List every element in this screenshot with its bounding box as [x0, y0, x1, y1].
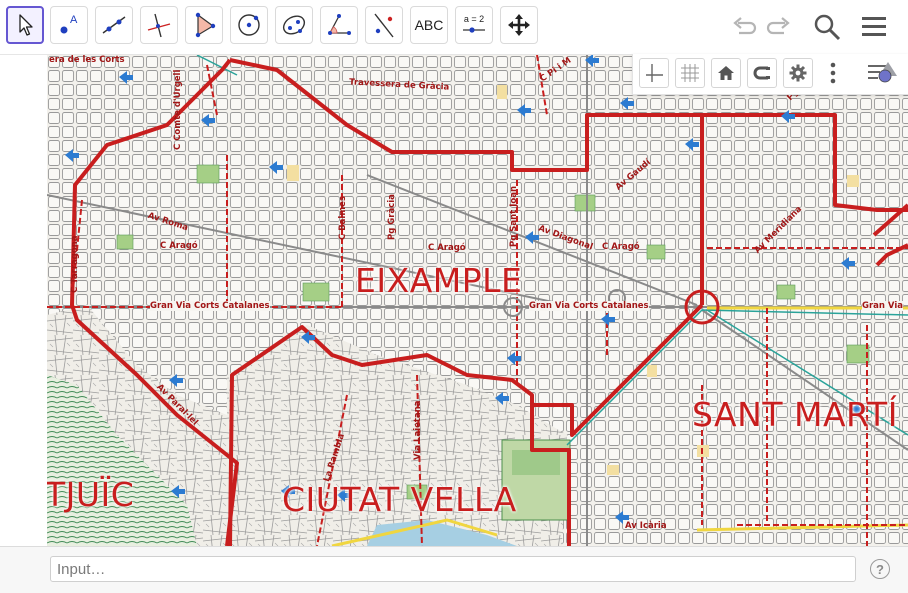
help-button[interactable]: ?	[870, 559, 890, 579]
move-tool-button[interactable]	[6, 6, 44, 44]
standard-view-button[interactable]	[711, 58, 741, 88]
street-label: era de les Corts	[49, 55, 125, 65]
street-label: Gran Via	[862, 301, 903, 311]
point-icon: A	[60, 14, 78, 34]
algebra-input-field[interactable]	[50, 556, 856, 582]
text-tool-label: ABC	[414, 17, 444, 33]
move-graphics-view-tool-button[interactable]	[500, 6, 538, 44]
street-label: C Aragó	[602, 242, 640, 252]
street-label: Gran Via Corts Catalanes	[529, 301, 649, 311]
circle-tool-button[interactable]	[230, 6, 268, 44]
angle-icon	[328, 14, 351, 35]
text-tool-button[interactable]: ABC	[410, 6, 448, 44]
slider-icon: a = 2	[463, 14, 485, 33]
ellipse-icon	[282, 15, 306, 35]
polygon-tool-button[interactable]	[185, 6, 223, 44]
stylebar-toggle-button[interactable]	[866, 60, 900, 88]
point-capturing-icon	[753, 66, 770, 80]
algebra-view-collapsed	[0, 55, 47, 546]
perpendicular-icon	[147, 13, 171, 38]
axes-icon	[646, 64, 663, 82]
stylebar-toggle-icon	[868, 62, 897, 83]
show-axes-button[interactable]	[639, 58, 669, 88]
show-grid-button[interactable]	[675, 58, 705, 88]
main-menu-button[interactable]	[857, 10, 891, 44]
street-label: C Balmes	[338, 195, 348, 240]
reflect-icon	[374, 13, 394, 38]
street-label: C Tarragona	[70, 235, 80, 293]
hamburger-menu-icon	[862, 17, 886, 36]
graphics-view[interactable]: era de les Corts Travessera de Gràcia C …	[47, 55, 908, 546]
arrow-cursor-icon	[19, 14, 33, 36]
grid-icon	[681, 64, 699, 82]
perpendicular-line-tool-button[interactable]	[140, 6, 178, 44]
graphics-style-bar	[632, 54, 908, 95]
street-label: Gran Via Corts Catalanes	[150, 301, 270, 311]
street-label: Av Icària	[625, 521, 667, 531]
street-label: Via Laietana	[413, 400, 423, 460]
point-tool-label: A	[70, 14, 78, 26]
home-icon	[718, 66, 734, 80]
move-arrows-icon	[508, 14, 530, 36]
input-bar: ?	[0, 546, 908, 593]
undo-icon	[733, 17, 757, 35]
district-label-montjuic: TJUÏC	[47, 475, 135, 514]
angle-tool-button[interactable]	[320, 6, 358, 44]
street-label: C Aragó	[160, 241, 198, 251]
point-tool-button[interactable]: A	[50, 6, 88, 44]
street-label: Pg Sant Joan	[509, 186, 519, 247]
undo-button[interactable]	[726, 10, 760, 44]
polygon-icon	[195, 12, 216, 38]
more-vertical-icon	[830, 62, 836, 84]
district-label-eixample: EIXAMPLE	[355, 261, 523, 300]
line-icon	[102, 16, 126, 34]
ellipse-tool-button[interactable]	[275, 6, 313, 44]
circle-icon	[238, 14, 260, 36]
settings-icon	[789, 64, 807, 82]
redo-icon	[766, 17, 790, 35]
street-label: C Aragó	[428, 243, 466, 253]
district-label-sant-marti: SANT MARTÍ	[692, 395, 898, 434]
slider-tool-button[interactable]: a = 2	[455, 6, 493, 44]
street-label: Pg Gràcia	[387, 194, 397, 240]
search-icon	[814, 14, 841, 41]
slider-tool-label: a = 2	[464, 14, 484, 24]
redo-button[interactable]	[763, 10, 797, 44]
main-toolbar: A ABC a = 2	[0, 0, 908, 55]
graphics-settings-button[interactable]	[783, 58, 813, 88]
more-options-button[interactable]	[827, 58, 839, 88]
street-label: C Comte d'Urgell	[173, 69, 183, 150]
search-button[interactable]	[810, 10, 844, 44]
point-capturing-button[interactable]	[747, 58, 777, 88]
line-tool-button[interactable]	[95, 6, 133, 44]
district-label-ciutat-vella: CIUTAT VELLA	[282, 480, 517, 519]
reflect-tool-button[interactable]	[365, 6, 403, 44]
